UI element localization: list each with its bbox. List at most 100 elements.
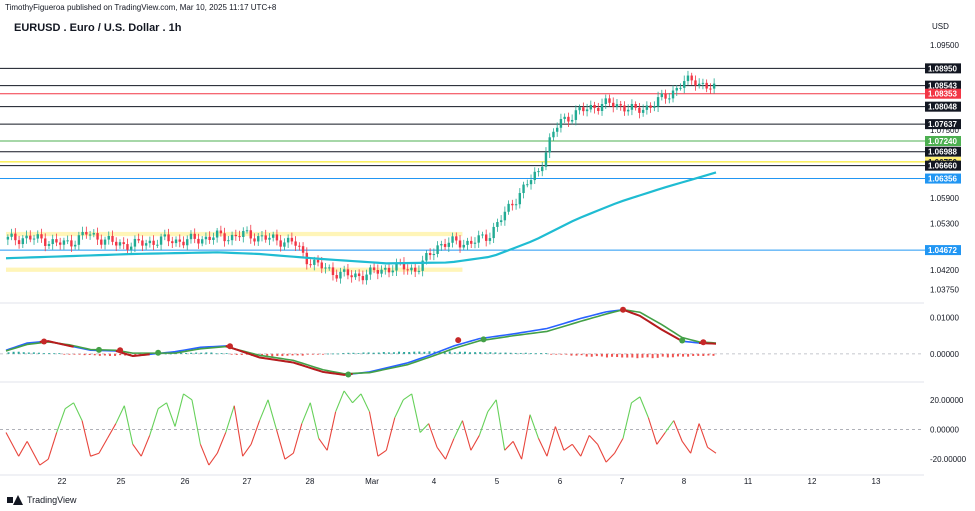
macd-histogram-bar xyxy=(357,353,360,354)
candle-body xyxy=(537,171,540,173)
macd-histogram-bar xyxy=(337,353,340,355)
oscillator-segment xyxy=(56,408,66,433)
candle-body xyxy=(316,259,320,263)
candle-body xyxy=(694,80,697,86)
candle-body xyxy=(425,253,428,261)
oscillator-segment xyxy=(199,444,210,466)
oscillator-segment xyxy=(166,402,176,427)
candle-body xyxy=(286,237,290,243)
macd-histogram-bar xyxy=(342,353,345,354)
candle-body xyxy=(481,234,484,236)
candle-body xyxy=(410,267,413,271)
tradingview-brand[interactable]: TradingView xyxy=(7,495,77,505)
chart-canvas[interactable]: 1.095001.075001.059001.053001.042001.037… xyxy=(0,0,975,511)
oscillator-segment xyxy=(267,399,278,430)
signal-line xyxy=(5,308,717,375)
candle-body xyxy=(144,243,148,246)
macd-histogram-bar xyxy=(580,353,583,356)
macd-histogram-bar xyxy=(205,352,208,354)
macd-histogram-bar xyxy=(119,353,122,356)
candle-body xyxy=(66,240,69,242)
macd-histogram-bar xyxy=(676,353,679,357)
macd-histogram-bar xyxy=(646,353,649,358)
candle-body xyxy=(357,273,361,277)
candle-body xyxy=(122,242,125,245)
macd-histogram-bar xyxy=(108,353,111,356)
macd-histogram-bar xyxy=(68,353,71,355)
oscillator-segment xyxy=(428,423,438,448)
candle-body xyxy=(62,240,66,245)
candle-body xyxy=(21,238,25,245)
oscillator-segment xyxy=(487,399,497,413)
candle-body xyxy=(574,110,578,120)
oscillator-segment xyxy=(360,393,370,412)
time-axis-label: 25 xyxy=(117,477,126,486)
oscillator-segment xyxy=(554,426,565,451)
candle-body xyxy=(354,273,357,278)
macd-histogram-bar xyxy=(88,353,91,355)
macd-histogram-bar xyxy=(179,352,182,354)
time-axis-label: 7 xyxy=(620,477,625,486)
macd-histogram-bar xyxy=(540,353,543,354)
candle-body xyxy=(544,152,548,167)
macd-histogram-bar xyxy=(58,353,61,355)
oscillator-segment xyxy=(588,435,599,445)
oscillator-segment xyxy=(690,423,700,454)
macd-histogram-bar xyxy=(408,352,411,354)
oscillator-segment xyxy=(461,420,472,451)
time-axis-label: Mar xyxy=(365,477,379,486)
candle-body xyxy=(81,231,84,236)
macd-cross-marker xyxy=(155,349,162,356)
candle-body xyxy=(683,81,686,88)
candle-body xyxy=(141,240,144,246)
macd-histogram-bar xyxy=(114,353,117,356)
candle-body xyxy=(14,233,17,241)
price-tick-label: 1.09500 xyxy=(930,41,959,50)
candle-body xyxy=(186,239,189,246)
oscillator-segment xyxy=(445,438,455,460)
candle-body xyxy=(391,270,394,273)
oscillator-segment xyxy=(259,399,269,421)
candle-body xyxy=(555,127,559,132)
oscillator-segment xyxy=(47,432,58,460)
candle-body xyxy=(675,87,678,91)
macd-histogram-bar xyxy=(560,353,563,355)
candle-body xyxy=(212,237,215,240)
candle-body xyxy=(406,269,409,271)
time-axis-label: 26 xyxy=(181,477,190,486)
candle-body xyxy=(709,88,712,90)
oscillator-segment xyxy=(580,435,590,457)
candle-body xyxy=(36,234,39,239)
candle-body xyxy=(245,230,249,232)
candle-body xyxy=(204,236,208,240)
macd-histogram-bar xyxy=(266,353,269,356)
candle-body xyxy=(428,253,432,256)
macd-histogram-bar xyxy=(382,352,385,354)
macd-line xyxy=(5,308,717,376)
candle-body xyxy=(298,245,301,247)
macd-histogram-bar xyxy=(53,353,56,355)
oscillator-segment xyxy=(698,423,709,448)
candle-body xyxy=(346,269,350,276)
oscillator-segment xyxy=(132,444,142,457)
price-level-label: 1.08950 xyxy=(928,64,957,73)
candle-body xyxy=(567,116,570,122)
macd-histogram-bar xyxy=(210,352,213,354)
candle-body xyxy=(484,234,488,241)
oscillator-segment xyxy=(183,393,193,401)
price-level-label: 1.07240 xyxy=(928,137,957,146)
candle-body xyxy=(492,226,495,239)
macd-histogram-bar xyxy=(392,352,395,354)
candle-body xyxy=(208,236,211,240)
macd-cross-marker xyxy=(679,337,686,344)
candle-body xyxy=(107,235,110,240)
oscillator-segment xyxy=(275,429,286,460)
macd-histogram-bar xyxy=(225,353,228,354)
candle-body xyxy=(118,242,122,246)
macd-histogram-bar xyxy=(377,352,380,354)
candle-body xyxy=(660,93,664,98)
candle-body xyxy=(178,239,181,242)
macd-histogram-bar xyxy=(103,353,106,356)
macd-histogram-bar xyxy=(387,352,390,354)
macd-histogram-bar xyxy=(230,353,233,355)
